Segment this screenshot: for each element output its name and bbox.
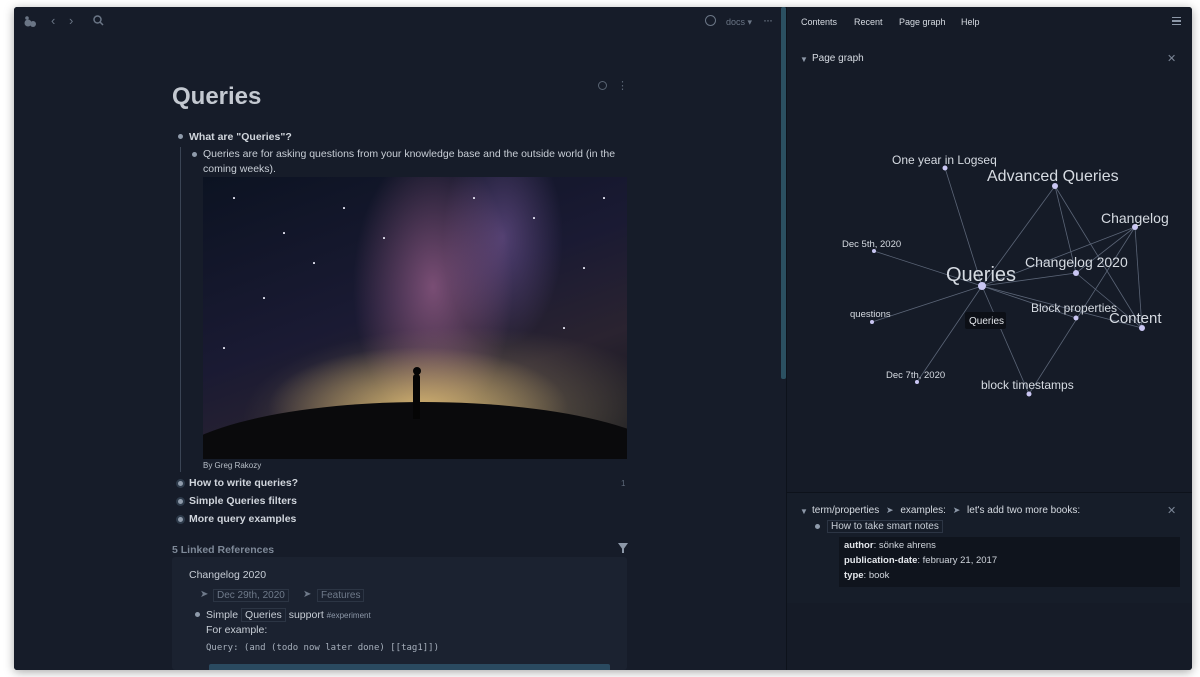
collapse-caret-icon[interactable]: ▼ — [800, 55, 808, 64]
close-icon[interactable]: ✕ — [1167, 504, 1176, 517]
children-guide-line — [180, 147, 181, 472]
query-code[interactable]: Query: (and (todo now later done) [[tag1… — [206, 643, 439, 653]
breadcrumb-separator: ➤ — [303, 589, 312, 600]
back-icon[interactable]: ‹ — [51, 14, 55, 27]
ref-link-queries[interactable]: Queries — [241, 608, 286, 622]
more-menu-button[interactable]: ··· — [763, 13, 773, 27]
graph-node — [1073, 270, 1079, 276]
graph-label: Changelog 2020 — [1025, 254, 1128, 270]
property-value: sönke ahrens — [878, 540, 936, 551]
page-title[interactable]: Queries — [172, 83, 261, 111]
block-bullet-collapsed[interactable] — [176, 515, 185, 524]
block-breadcrumb: term/properties ➤ examples: ➤ let's add … — [812, 505, 1080, 516]
filter-icon-stem — [622, 548, 624, 553]
tag-experiment[interactable]: #experiment — [327, 611, 371, 620]
graph-node — [1073, 315, 1079, 321]
tab-page-graph[interactable]: Page graph — [899, 17, 946, 27]
block-bullet[interactable] — [195, 612, 200, 617]
block-simple-queries-filters[interactable]: Simple Queries filters — [189, 495, 297, 507]
graph-selector[interactable]: docs ▾ — [726, 17, 752, 28]
graph-label: Dec 5th, 2020 — [842, 239, 901, 250]
breadcrumb-date[interactable]: Dec 29th, 2020 — [213, 589, 289, 602]
ref-text-end: support — [288, 609, 324, 621]
property-value: february 21, 2017 — [922, 555, 998, 566]
block-children-count: 1 — [621, 479, 626, 488]
right-sidebar: Contents Recent Page graph Help ▼ Page g… — [786, 7, 1192, 670]
block-bullet[interactable] — [178, 134, 183, 139]
tab-help[interactable]: Help — [961, 17, 980, 27]
crumb-separator: ➤ — [952, 505, 961, 515]
sync-icon[interactable] — [705, 15, 716, 26]
property-key: author — [844, 540, 874, 551]
ref-for-example[interactable]: For example: — [206, 624, 267, 636]
graph-label: Dec 7th, 2020 — [886, 370, 945, 381]
search-icon[interactable] — [93, 15, 104, 28]
block-bullet[interactable] — [192, 152, 197, 157]
block-more-query-examples[interactable]: More query examples — [189, 513, 296, 525]
block-bullet-collapsed[interactable] — [176, 479, 185, 488]
graph-label: Changelog — [1101, 210, 1169, 226]
block-queries-description[interactable]: Queries are for asking questions from yo… — [203, 148, 615, 160]
block-bullet[interactable] — [815, 524, 820, 529]
block-what-are-queries[interactable]: What are "Queries"? — [189, 131, 292, 143]
page-graph-title[interactable]: Page graph — [812, 53, 864, 64]
reference-page-link[interactable]: Changelog 2020 — [189, 569, 266, 581]
page-ref-smart-notes[interactable]: How to take smart notes — [827, 520, 943, 533]
graph-label: Queries — [946, 264, 1016, 286]
forward-icon[interactable]: › — [69, 14, 73, 27]
tab-contents[interactable]: Contents — [801, 17, 837, 27]
crumb-lets-add-books[interactable]: let's add two more books: — [967, 505, 1080, 516]
ref-block-line[interactable]: Simple Queries support #experiment — [206, 608, 371, 622]
close-icon[interactable]: ✕ — [1167, 52, 1176, 65]
page-search-icon[interactable] — [598, 81, 607, 90]
graph-node — [870, 320, 874, 324]
crumb-separator: ➤ — [886, 505, 894, 515]
property-author[interactable]: author: sönke ahrens — [844, 540, 936, 551]
crumb-term-properties[interactable]: term/properties — [812, 505, 879, 516]
page-menu-icon[interactable]: ⋮ — [617, 79, 628, 92]
breadcrumb-separator: ➤ — [200, 589, 209, 600]
graph-label: block timestamps — [981, 378, 1074, 392]
ref-text-start: Simple — [206, 609, 239, 621]
main-content: ‹ › docs ▾ ··· Queries ⋮ What are "Queri… — [14, 7, 784, 670]
sidebar-menu-icon[interactable] — [1172, 17, 1181, 25]
app-window: ‹ › docs ▾ ··· Queries ⋮ What are "Queri… — [14, 7, 1192, 670]
page-graph[interactable]: One year in Logseq Advanced Queries Chan… — [787, 77, 1192, 427]
query-result-bar — [209, 664, 610, 670]
property-type[interactable]: type: book — [844, 570, 889, 581]
linked-references-header[interactable]: 5 Linked References — [172, 544, 274, 556]
property-key: type — [844, 570, 864, 581]
graph-node — [1026, 391, 1032, 397]
image-caption: By Greg Rakozy — [203, 461, 262, 470]
block-queries-description-cont[interactable]: coming weeks). — [203, 163, 276, 175]
graph-label: Advanced Queries — [987, 168, 1119, 185]
block-bullet-collapsed[interactable] — [176, 497, 185, 506]
graph-tooltip-text: Queries — [969, 316, 1004, 327]
graph-label: One year in Logseq — [892, 153, 997, 167]
property-key: publication-date — [844, 555, 918, 566]
property-value: book — [868, 570, 890, 581]
collapse-caret-icon[interactable]: ▼ — [800, 507, 808, 516]
graph-label: questions — [850, 309, 891, 320]
breadcrumb-features[interactable]: Features — [317, 589, 365, 602]
logo-icon[interactable] — [24, 16, 37, 30]
crumb-examples[interactable]: examples: — [900, 505, 946, 516]
graph-label: Content — [1109, 310, 1162, 327]
milky-way-image — [203, 177, 627, 459]
property-publication-date[interactable]: publication-date: february 21, 2017 — [844, 555, 997, 566]
graph-label: Block properties — [1031, 301, 1117, 315]
tab-recent[interactable]: Recent — [854, 17, 883, 27]
block-how-to-write-queries[interactable]: How to write queries? — [189, 477, 298, 489]
